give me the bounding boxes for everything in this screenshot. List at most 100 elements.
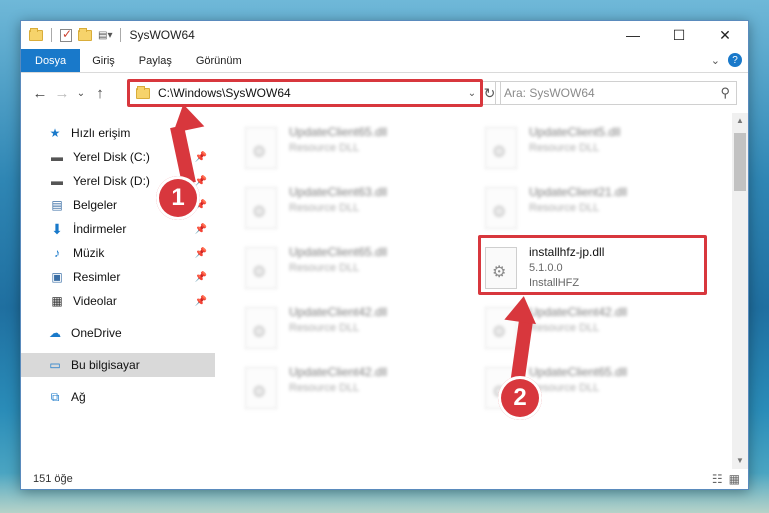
dll-file-icon: ⚙ bbox=[245, 367, 277, 409]
sidebar-item-label: OneDrive bbox=[71, 326, 122, 340]
file-type: Resource DLL bbox=[289, 382, 360, 394]
file-name: UpdateClient65.dll bbox=[289, 125, 388, 139]
sidebar-item-this-pc[interactable]: ▭ Bu bilgisayar bbox=[21, 353, 215, 377]
search-icon[interactable]: ⚲ bbox=[720, 85, 730, 101]
file-item[interactable]: ⚙ UpdateClient65.dll Resource DLL bbox=[245, 123, 475, 181]
sidebar-item-label: Ağ bbox=[71, 390, 86, 404]
drive-icon: ▬ bbox=[51, 150, 63, 164]
dll-file-icon: ⚙ bbox=[245, 187, 277, 229]
file-item[interactable]: ⚙ UpdateClient21.dll Resource DLL bbox=[485, 183, 715, 241]
file-type: Resource DLL bbox=[289, 202, 360, 214]
file-type: Resource DLL bbox=[529, 322, 600, 334]
search-box[interactable]: Ara: SysWOW64 ⚲ bbox=[495, 81, 737, 105]
file-type: Resource DLL bbox=[289, 142, 360, 154]
gear-icon: ⚙ bbox=[252, 204, 267, 221]
file-item[interactable]: ⚙ UpdateClient65.dll Resource DLL bbox=[245, 243, 475, 301]
sidebar-item-network[interactable]: ⧉ Ağ bbox=[21, 385, 215, 409]
scroll-down-icon[interactable]: ▼ bbox=[732, 453, 748, 469]
gear-icon: ⚙ bbox=[252, 324, 267, 341]
gear-icon: ⚙ bbox=[252, 264, 267, 281]
explorer-body: ★ Hızlı erişim ▬ Yerel Disk (C:) 📌 ▬ Yer… bbox=[21, 113, 748, 469]
file-highlight bbox=[478, 235, 707, 295]
window-title: SysWOW64 bbox=[129, 28, 195, 42]
file-type: Resource DLL bbox=[289, 322, 360, 334]
expand-ribbon-icon[interactable]: ⌄ bbox=[711, 54, 720, 67]
music-icon: ♪ bbox=[54, 246, 60, 260]
separator bbox=[120, 28, 122, 42]
gear-icon: ⚙ bbox=[492, 144, 507, 161]
tab-share[interactable]: Paylaş bbox=[127, 49, 184, 72]
dll-file-icon: ⚙ bbox=[245, 247, 277, 289]
sidebar-item-onedrive[interactable]: ☁ OneDrive bbox=[21, 321, 215, 345]
forward-button[interactable]: → bbox=[51, 85, 73, 102]
file-item[interactable]: ⚙ UpdateClient42.dll Resource DLL bbox=[245, 363, 475, 421]
file-name: UpdateClient63.dll bbox=[289, 185, 388, 199]
arrow-2-head bbox=[504, 293, 540, 325]
customize-toolbar-icon[interactable]: ▤▾ bbox=[98, 30, 112, 41]
view-toggles: ☷ ▦ bbox=[712, 472, 740, 486]
status-bar: 151 öğe ☷ ▦ bbox=[21, 469, 748, 489]
dll-file-icon: ⚙ bbox=[485, 127, 517, 169]
file-name: UpdateClient65.dll bbox=[529, 365, 628, 379]
close-button[interactable]: ✕ bbox=[702, 21, 748, 49]
sidebar-item-label: Hızlı erişim bbox=[71, 126, 131, 140]
large-icons-view-icon[interactable]: ▦ bbox=[729, 472, 740, 486]
sidebar-item-label: Belgeler bbox=[73, 198, 118, 212]
ribbon-controls: ⌄ ? bbox=[711, 53, 742, 67]
scroll-thumb[interactable] bbox=[734, 133, 746, 191]
file-explorer-window: ▤▾ SysWOW64 — ☐ ✕ Dosya Giriş Paylaş Gör… bbox=[20, 20, 749, 490]
pictures-icon: ▣ bbox=[51, 270, 63, 284]
minimize-button[interactable]: — bbox=[610, 21, 656, 49]
separator bbox=[51, 28, 52, 42]
file-item[interactable]: ⚙ UpdateClient42.dll Resource DLL bbox=[245, 303, 475, 361]
file-name: UpdateClient65.dll bbox=[289, 245, 388, 259]
vertical-scrollbar[interactable]: ▲ ▼ bbox=[732, 113, 748, 469]
details-view-icon[interactable]: ☷ bbox=[712, 472, 723, 486]
sidebar-item-downloads[interactable]: ⬇ İndirmeler 📌 bbox=[21, 217, 215, 241]
recent-locations-button[interactable]: ⌄ bbox=[73, 88, 89, 99]
ribbon-tabs: Dosya Giriş Paylaş Görünüm ⌄ ? bbox=[21, 49, 748, 73]
scroll-up-icon[interactable]: ▲ bbox=[732, 113, 748, 129]
maximize-button[interactable]: ☐ bbox=[656, 21, 702, 49]
computer-icon: ▭ bbox=[49, 358, 61, 372]
download-icon: ⬇ bbox=[51, 220, 63, 237]
tab-file[interactable]: Dosya bbox=[21, 49, 81, 72]
file-name: UpdateClient5.dll bbox=[529, 125, 621, 139]
search-placeholder: Ara: SysWOW64 bbox=[504, 86, 595, 100]
address-highlight bbox=[127, 79, 483, 107]
file-name: UpdateClient42.dll bbox=[289, 365, 388, 379]
caption-buttons: — ☐ ✕ bbox=[610, 21, 748, 49]
step-2-badge: 2 bbox=[498, 376, 542, 420]
gear-icon: ⚙ bbox=[252, 144, 267, 161]
pin-icon: 📌 bbox=[194, 151, 207, 163]
documents-icon: ▤ bbox=[51, 198, 63, 212]
cloud-icon: ☁ bbox=[49, 326, 61, 340]
pin-icon: 📌 bbox=[194, 295, 207, 307]
file-item[interactable]: ⚙ UpdateClient63.dll Resource DLL bbox=[245, 183, 475, 241]
new-folder-icon[interactable] bbox=[78, 27, 92, 41]
sidebar-item-music[interactable]: ♪ Müzik 📌 bbox=[21, 241, 215, 265]
sidebar-item-label: Videolar bbox=[73, 294, 117, 308]
tab-view[interactable]: Görünüm bbox=[184, 49, 254, 72]
help-icon[interactable]: ? bbox=[728, 53, 742, 67]
sidebar-item-label: Müzik bbox=[73, 246, 105, 260]
dll-file-icon: ⚙ bbox=[245, 127, 277, 169]
dll-file-icon: ⚙ bbox=[245, 307, 277, 349]
pin-icon: 📌 bbox=[194, 247, 207, 259]
sidebar-item-label: Yerel Disk (C:) bbox=[73, 150, 150, 164]
sidebar-item-label: Bu bilgisayar bbox=[71, 358, 140, 372]
gear-icon: ⚙ bbox=[492, 324, 507, 341]
properties-icon[interactable] bbox=[60, 27, 72, 42]
sidebar-item-videos[interactable]: ▦ Videolar 📌 bbox=[21, 289, 215, 313]
up-button[interactable]: ↑ bbox=[89, 85, 111, 102]
pin-icon: 📌 bbox=[194, 175, 207, 187]
step-1-badge: 1 bbox=[156, 176, 200, 220]
sidebar-item-pictures[interactable]: ▣ Resimler 📌 bbox=[21, 265, 215, 289]
back-button[interactable]: ← bbox=[29, 85, 51, 102]
title-bar: ▤▾ SysWOW64 — ☐ ✕ bbox=[21, 21, 748, 49]
file-item[interactable]: ⚙ UpdateClient5.dll Resource DLL bbox=[485, 123, 715, 181]
tab-home[interactable]: Giriş bbox=[80, 49, 127, 72]
sidebar-item-label: İndirmeler bbox=[73, 222, 127, 236]
